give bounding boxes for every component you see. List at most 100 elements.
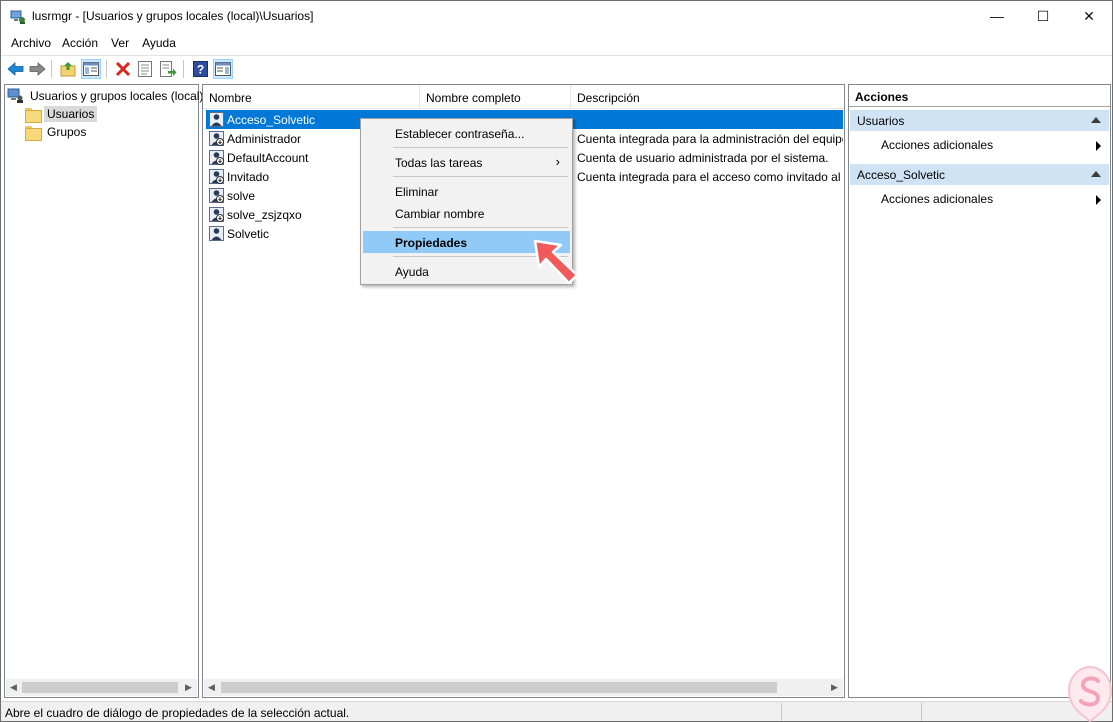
user-icon (209, 112, 224, 127)
menu-separator (393, 147, 568, 148)
user-disabled-icon (209, 150, 224, 165)
forward-arrow-icon (29, 62, 46, 76)
menu-separator (393, 227, 568, 228)
scroll-left-icon[interactable]: ◀ (6, 680, 21, 695)
menu-accion[interactable]: Acción (58, 33, 105, 53)
back-button[interactable] (5, 59, 25, 79)
action-acciones-adicionales[interactable]: Acciones adicionales (881, 138, 1107, 156)
delete-button[interactable] (113, 59, 133, 79)
title-bar: lusrmgr - [Usuarios y grupos locales (lo… (1, 1, 1112, 32)
actions-section-acceso-solvetic[interactable]: Acceso_Solvetic (850, 164, 1109, 185)
status-text: Abre el cuadro de diálogo de propiedades… (5, 706, 350, 720)
tree-node-usuarios[interactable]: Usuarios (25, 105, 98, 123)
menu-item-label: Ayuda (395, 265, 429, 279)
menu-item-label: Cambiar nombre (395, 207, 485, 221)
status-divider (781, 703, 782, 721)
toolbar-separator (51, 60, 52, 78)
menu-item-label: Eliminar (395, 185, 439, 199)
user-disabled-icon (209, 188, 224, 203)
tree-horizontal-scrollbar[interactable]: ◀ ▶ (6, 679, 197, 696)
properties-button[interactable] (135, 59, 155, 79)
collapse-up-icon[interactable] (1091, 171, 1101, 177)
collapse-up-icon[interactable] (1091, 117, 1101, 123)
scroll-thumb[interactable] (22, 682, 178, 693)
tree-root-local-users-groups[interactable]: Usuarios y grupos locales (local) (7, 87, 206, 105)
user-name: Acceso_Solvetic (227, 112, 316, 127)
scroll-thumb[interactable] (221, 682, 777, 693)
pointer-arrow-icon (533, 239, 579, 285)
up-folder-icon (60, 62, 75, 77)
user-disabled-icon (209, 207, 224, 222)
menu-item-eliminar[interactable]: Eliminar (363, 180, 570, 202)
section-label: Acceso_Solvetic (857, 168, 946, 182)
tree-node-label: Usuarios (44, 106, 98, 122)
up-level-button[interactable] (58, 59, 78, 79)
computer-management-icon (10, 10, 25, 24)
export-list-button[interactable] (158, 59, 178, 79)
lusrmgr-window: lusrmgr - [Usuarios y grupos locales (lo… (0, 0, 1113, 722)
minimize-button[interactable]: — (974, 1, 1020, 31)
action-acciones-adicionales[interactable]: Acciones adicionales (881, 192, 1107, 210)
scroll-right-icon[interactable]: ▶ (827, 680, 842, 695)
properties-icon (138, 61, 152, 77)
user-description: Cuenta integrada para la administración … (577, 132, 843, 146)
show-hide-action-pane-button[interactable] (213, 59, 233, 79)
status-bar: Abre el cuadro de diálogo de propiedades… (1, 701, 1112, 721)
show-hide-tree-button[interactable] (81, 59, 101, 79)
action-label: Acciones adicionales (881, 138, 994, 152)
menu-ayuda[interactable]: Ayuda (136, 33, 183, 53)
section-label: Usuarios (857, 114, 905, 128)
user-name: Invitado (227, 169, 270, 184)
column-header-descripcion[interactable]: Descripción (571, 85, 844, 109)
window-title: lusrmgr - [Usuarios y grupos locales (lo… (32, 9, 314, 23)
toolbar-separator (183, 60, 184, 78)
console-tree-panel: Usuarios y grupos locales (local) Usuari… (4, 84, 203, 698)
delete-icon (115, 61, 131, 77)
menu-item-todas-las-tareas[interactable]: Todas las tareas › (363, 151, 570, 173)
menu-item-establecer-contrasena[interactable]: Establecer contraseña... (363, 122, 570, 144)
menu-item-cambiar-nombre[interactable]: Cambiar nombre (363, 202, 570, 224)
help-button[interactable]: ? (190, 59, 210, 79)
submenu-arrow-icon (1096, 141, 1101, 151)
menu-separator (393, 176, 568, 177)
user-name: Solvetic (227, 226, 270, 241)
tree-root-label: Usuarios y grupos locales (local) (30, 89, 204, 103)
column-header-nombre[interactable]: Nombre (203, 85, 420, 109)
forward-button[interactable] (27, 59, 47, 79)
menu-item-label: Todas las tareas (395, 156, 483, 170)
export-list-icon (159, 61, 176, 77)
list-horizontal-scrollbar[interactable]: ◀ ▶ (204, 679, 843, 696)
toolbar: ? (1, 55, 1112, 80)
menu-ver[interactable]: Ver (105, 33, 136, 53)
scroll-left-icon[interactable]: ◀ (204, 680, 219, 695)
folder-icon (25, 125, 42, 141)
tree-node-grupos[interactable]: Grupos (25, 123, 89, 141)
scroll-right-icon[interactable]: ▶ (181, 680, 196, 695)
user-disabled-icon (209, 131, 224, 146)
maximize-button[interactable]: ☐ (1020, 1, 1066, 31)
show-hide-tree-icon (83, 62, 99, 76)
menu-archivo[interactable]: Archivo (1, 33, 58, 53)
help-icon: ? (192, 61, 208, 77)
chevron-right-icon: › (555, 154, 560, 169)
actions-title: Acciones (849, 85, 1110, 107)
column-header-nombre-completo[interactable]: Nombre completo (420, 85, 571, 109)
user-name: solve_zsjzqxo (227, 207, 302, 222)
status-divider (921, 703, 922, 721)
back-arrow-icon (6, 62, 23, 76)
actions-section-usuarios[interactable]: Usuarios (850, 110, 1109, 131)
menu-bar: Archivo Acción Ver Ayuda (1, 33, 1112, 53)
actions-panel: Acciones Usuarios Acciones adicionales A… (848, 84, 1111, 698)
show-hide-action-pane-icon (215, 62, 231, 76)
menu-item-label: Establecer contraseña... (395, 127, 525, 141)
list-header: Nombre Nombre completo Descripción (203, 85, 844, 109)
user-name: DefaultAccount (227, 150, 309, 165)
user-icon (209, 226, 224, 241)
toolbar-separator (106, 60, 107, 78)
submenu-arrow-icon (1096, 195, 1101, 205)
user-disabled-icon (209, 169, 224, 184)
close-button[interactable]: ✕ (1066, 1, 1112, 31)
computer-users-icon (7, 88, 23, 103)
user-description: Cuenta de usuario administrada por el si… (577, 151, 829, 165)
action-label: Acciones adicionales (881, 192, 994, 206)
